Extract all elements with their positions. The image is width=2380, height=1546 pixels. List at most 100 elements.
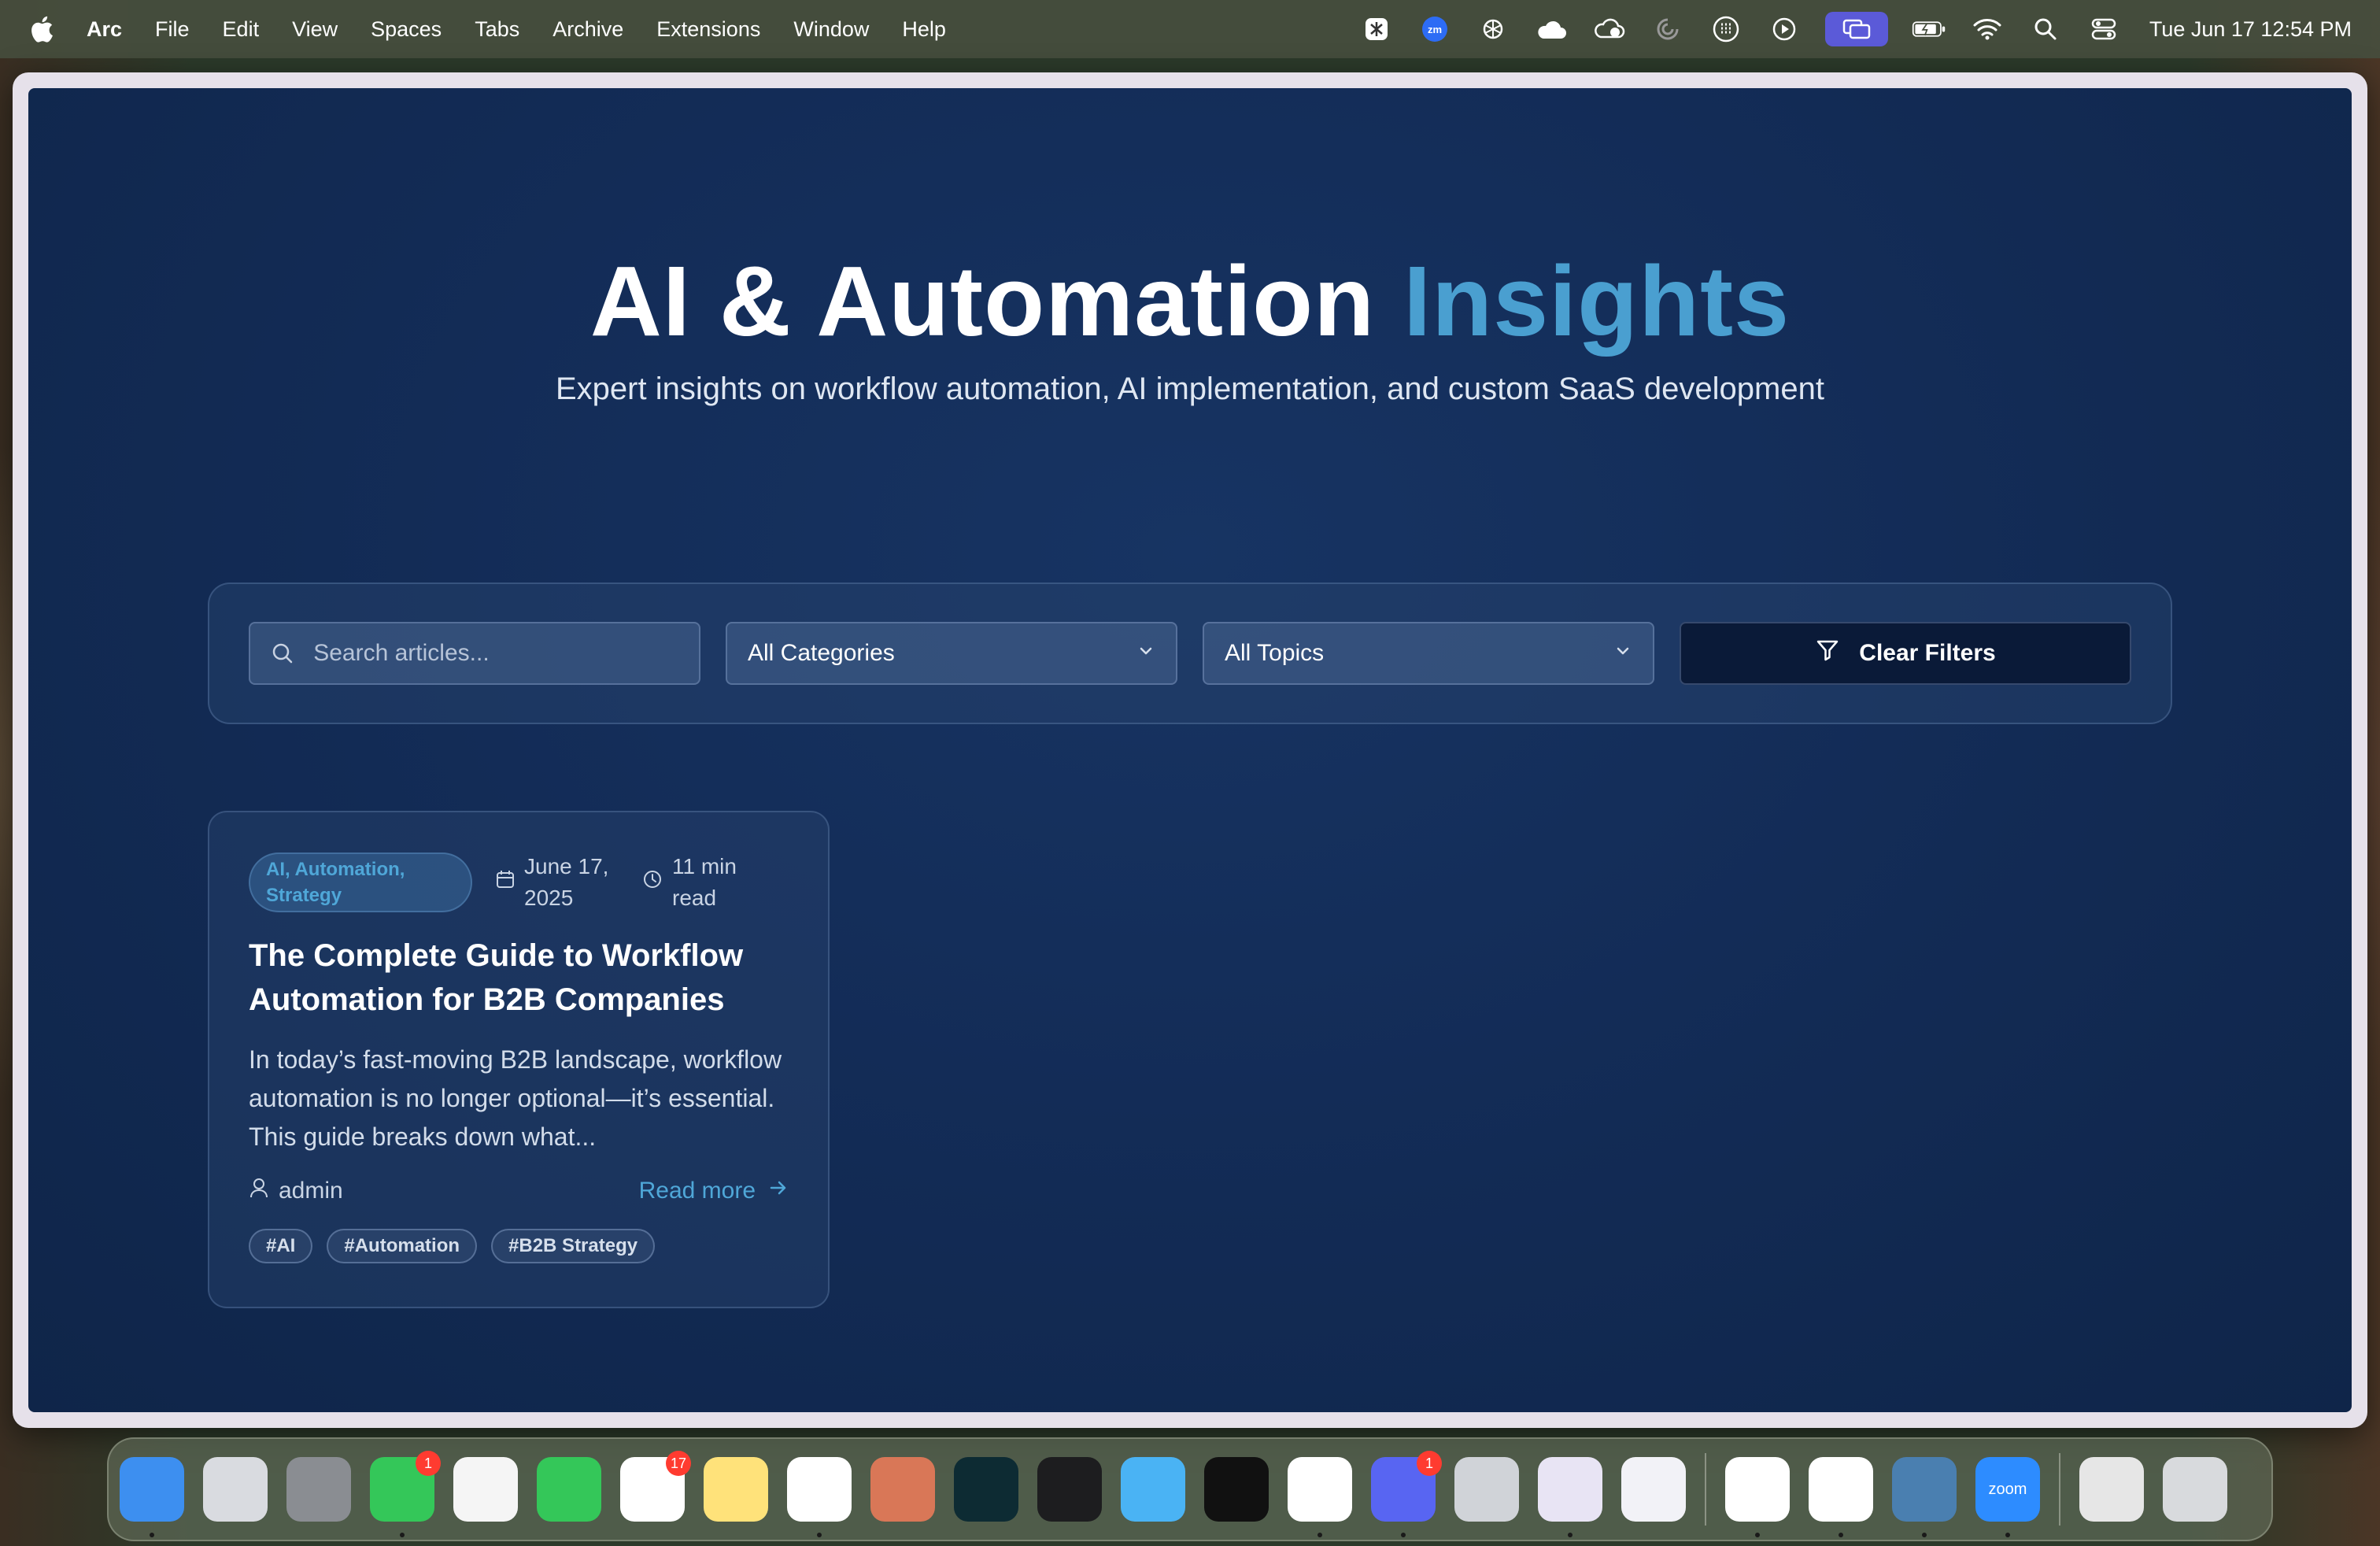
slack-icon[interactable] bbox=[1725, 1457, 1790, 1537]
clock-icon bbox=[642, 867, 663, 898]
menu-window[interactable]: Window bbox=[793, 17, 869, 42]
tag-ai[interactable]: #AI bbox=[249, 1229, 313, 1263]
dock-app-label: zoom bbox=[1988, 1480, 2027, 1498]
apple-menu-icon[interactable] bbox=[30, 14, 57, 44]
running-indicator bbox=[2005, 1533, 2010, 1537]
running-indicator bbox=[817, 1533, 822, 1537]
menu-edit[interactable]: Edit bbox=[223, 17, 260, 42]
web-page: AI & Automation Insights Expert insights… bbox=[28, 88, 2352, 1412]
chevron-down-icon bbox=[1136, 640, 1155, 667]
chatgpt-icon[interactable] bbox=[787, 1457, 852, 1537]
menu-extensions[interactable]: Extensions bbox=[656, 17, 760, 42]
make-icon[interactable] bbox=[1037, 1457, 1102, 1522]
chevron-down-icon bbox=[1613, 640, 1632, 667]
iphone-icon[interactable] bbox=[1454, 1457, 1519, 1522]
grid-icon[interactable] bbox=[1709, 12, 1743, 46]
wifi-icon[interactable] bbox=[1970, 12, 2005, 46]
spiral-icon[interactable] bbox=[1650, 12, 1685, 46]
photos-icon[interactable] bbox=[453, 1457, 518, 1522]
mail-icon[interactable] bbox=[1121, 1457, 1185, 1522]
screenshot-icon[interactable] bbox=[1204, 1457, 1269, 1522]
filter-icon bbox=[1815, 638, 1840, 669]
menu-app-name[interactable]: Arc bbox=[87, 17, 122, 42]
menu-archive[interactable]: Archive bbox=[552, 17, 623, 42]
tag-automation[interactable]: #Automation bbox=[327, 1229, 478, 1263]
spotlight-icon[interactable] bbox=[2028, 12, 2063, 46]
article-meta: AI, Automation, Strategy June 17, 2025 1… bbox=[249, 852, 789, 913]
menu-spaces[interactable]: Spaces bbox=[371, 17, 442, 42]
reminders-icon[interactable]: 17 bbox=[620, 1451, 691, 1522]
hero-title: AI & Automation Insights bbox=[28, 244, 2352, 358]
article-date: June 17, 2025 bbox=[496, 851, 619, 914]
article-footer: admin Read more bbox=[249, 1177, 789, 1205]
clear-filters-button[interactable]: Clear Filters bbox=[1680, 622, 2131, 685]
hero-subtitle: Expert insights on workflow automation, … bbox=[556, 372, 1824, 406]
category-select-value: All Categories bbox=[748, 640, 895, 666]
running-indicator bbox=[1922, 1533, 1927, 1537]
article-card[interactable]: AI, Automation, Strategy June 17, 2025 1… bbox=[208, 811, 830, 1308]
running-indicator bbox=[1755, 1533, 1760, 1537]
article-read-time-text: 11 min read bbox=[672, 854, 737, 910]
passwords-icon[interactable] bbox=[1621, 1457, 1686, 1522]
screens-icon[interactable] bbox=[1824, 12, 1888, 46]
play-icon[interactable] bbox=[1767, 12, 1802, 46]
discord-icon[interactable]: 1 bbox=[1371, 1451, 1442, 1537]
read-more-label: Read more bbox=[638, 1178, 756, 1204]
trash-icon[interactable] bbox=[2163, 1457, 2227, 1522]
article-date-text: June 17, 2025 bbox=[524, 854, 609, 910]
control-center-icon[interactable] bbox=[2086, 12, 2121, 46]
cloud-sync-icon[interactable] bbox=[1592, 12, 1627, 46]
battery-icon bbox=[1912, 12, 1946, 46]
claude-icon[interactable] bbox=[870, 1457, 935, 1522]
perplexity-icon[interactable] bbox=[1359, 12, 1394, 46]
menu-view[interactable]: View bbox=[292, 17, 338, 42]
notes-icon[interactable] bbox=[704, 1457, 768, 1522]
menu-clock[interactable]: Tue Jun 17 12:54 PM bbox=[2149, 17, 2352, 42]
chrome-icon[interactable] bbox=[1809, 1457, 1873, 1537]
browser-window: AI & Automation Insights Expert insights… bbox=[13, 72, 2367, 1428]
messages-icon[interactable]: 1 bbox=[370, 1451, 441, 1537]
topic-select-value: All Topics bbox=[1225, 640, 1325, 666]
arc-icon[interactable] bbox=[1538, 1457, 1602, 1537]
hero-title-accent: Insights bbox=[1403, 246, 1791, 357]
perplexity-icon[interactable] bbox=[954, 1457, 1018, 1522]
category-select[interactable]: All Categories bbox=[726, 622, 1177, 685]
notion-icon[interactable] bbox=[1288, 1457, 1352, 1537]
filter-bar: All Categories All Topics Clear Filters bbox=[208, 583, 2172, 724]
user-icon bbox=[249, 1177, 269, 1205]
read-more-link[interactable]: Read more bbox=[639, 1178, 789, 1204]
article-author: admin bbox=[249, 1177, 343, 1205]
chatgpt-icon[interactable] bbox=[1476, 12, 1510, 46]
notification-badge: 17 bbox=[665, 1451, 691, 1476]
calendar-icon bbox=[496, 867, 515, 898]
svg-text:zm: zm bbox=[1428, 24, 1442, 35]
monitor-icon[interactable] bbox=[1892, 1457, 1957, 1537]
menu-file[interactable]: File bbox=[155, 17, 190, 42]
search-field[interactable] bbox=[249, 622, 700, 685]
arrow-right-icon bbox=[768, 1178, 789, 1204]
topic-select[interactable]: All Topics bbox=[1203, 622, 1654, 685]
menu-help[interactable]: Help bbox=[902, 17, 946, 42]
finder-icon[interactable] bbox=[120, 1457, 184, 1537]
menu-bar: Arc File Edit View Spaces Tabs Archive E… bbox=[0, 0, 2380, 58]
article-excerpt: In today’s fast-moving B2B landscape, wo… bbox=[249, 1045, 782, 1151]
settings-icon[interactable] bbox=[286, 1457, 351, 1522]
launchpad-icon[interactable] bbox=[203, 1457, 268, 1522]
search-input[interactable] bbox=[313, 640, 678, 667]
dock-separator bbox=[2059, 1453, 2060, 1526]
dock-separator bbox=[1705, 1453, 1706, 1526]
article-title[interactable]: The Complete Guide to Workflow Automatio… bbox=[249, 934, 789, 1022]
running-indicator bbox=[1318, 1533, 1322, 1537]
category-badge[interactable]: AI, Automation, Strategy bbox=[249, 853, 472, 912]
tag-b2b-strategy[interactable]: #B2B Strategy bbox=[491, 1229, 656, 1263]
zoom-icon[interactable]: zoom bbox=[1975, 1457, 2040, 1537]
facetime-icon[interactable] bbox=[537, 1457, 601, 1522]
zoom-icon[interactable]: zm bbox=[1417, 12, 1452, 46]
running-indicator bbox=[1568, 1533, 1572, 1537]
menu-tabs[interactable]: Tabs bbox=[475, 17, 519, 42]
article-author-name: admin bbox=[279, 1178, 343, 1204]
cloud-icon[interactable] bbox=[1534, 12, 1569, 46]
notification-badge: 1 bbox=[416, 1451, 441, 1476]
running-indicator bbox=[150, 1533, 154, 1537]
downloads-icon[interactable] bbox=[2079, 1457, 2144, 1522]
